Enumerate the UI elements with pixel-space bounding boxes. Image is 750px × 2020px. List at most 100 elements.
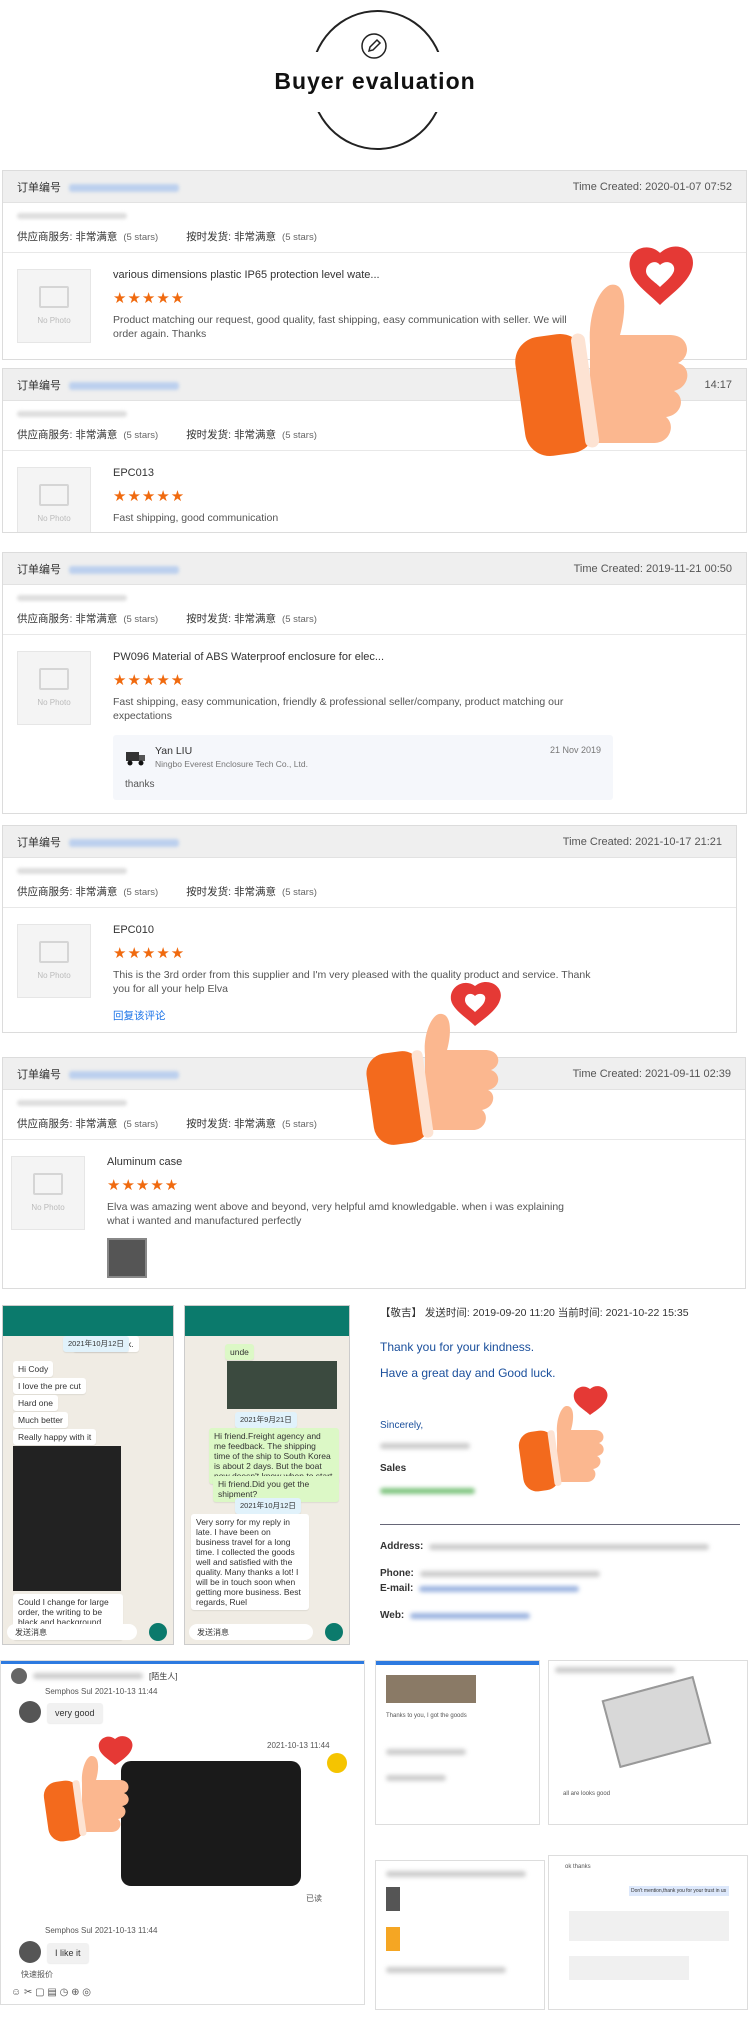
service-rating: 供应商服务: 非常满意 [17,613,118,625]
avatar [19,1941,41,1963]
product-name[interactable]: PW096 Material of ABS Waterproof enclosu… [113,651,732,663]
email-line: Have a great day and Good luck. [380,1366,556,1380]
thumbs-up-icon [43,1736,133,1842]
message-time: 2021-10-13 11:44 [94,1926,158,1935]
service-rating: 供应商服务: 非常满意 [17,429,118,441]
stars-count: (5 stars) [123,430,159,441]
email-email-label: E-mail: [380,1583,414,1594]
product-photo: No Photo [17,467,91,532]
stars-count: (5 stars) [123,232,159,243]
product-photo: No Photo [17,924,91,998]
product-photo [601,1675,712,1769]
chat-message: Hi Cody [13,1361,54,1377]
read-status: 已读 [306,1894,322,1903]
rating-stars: ★★★★★ [107,1177,180,1194]
stars-count: (5 stars) [282,887,317,898]
service-rating: 供应商服务: 非常满意 [17,1118,118,1130]
chat-message: I like it [47,1943,89,1963]
email-line: Thank you for your kindness. [380,1340,535,1354]
chat-photo[interactable] [13,1446,121,1591]
stars-count: (5 stars) [282,1119,317,1130]
shipping-rating: 按时发货: 非常满意 [186,429,277,441]
chat-message: all are looks good [563,1791,611,1797]
whatsapp-chat: your feedback. 2021年10月12日 Hi Cody I lov… [2,1305,174,1645]
order-time: Time Created: 2020-01-07 07:52 [572,180,732,193]
stars-count: (5 stars) [282,614,317,625]
chat-photo[interactable] [227,1361,337,1409]
mic-button[interactable] [325,1623,343,1641]
order-time: Time Created: 2019-11-21 00:50 [573,562,732,575]
chat-message: Really happy with it [13,1429,97,1445]
avatar [327,1753,347,1773]
shipping-rating: 按时发货: 非常满意 [186,1118,277,1130]
order-label: 订单编号 [17,836,61,849]
message-time: 2021-10-13 11:44 [267,1741,330,1750]
chat-date: 2021年10月12日 [63,1336,129,1352]
stars-count: (5 stars) [282,430,317,441]
chat-message: Very sorry for my reply in late. I have … [191,1514,309,1610]
avatar [11,1668,27,1684]
avatar [19,1701,41,1723]
chat-header [185,1306,349,1336]
chat-toolbar[interactable]: ☺ ✂ ▢ ▤ ◷ ⊕ ◎ [11,1987,91,1998]
page-title: Buyer evaluation [274,68,476,94]
product-name[interactable]: EPC010 [113,924,722,936]
stranger-tag: [陌生人] [149,1671,178,1681]
product-photo[interactable] [121,1761,301,1886]
whatsapp-chat: unde 2021年9月21日 Hi friend.Freight agency… [184,1305,350,1645]
order-label: 订单编号 [17,1068,61,1081]
stars-count: (5 stars) [123,1119,159,1130]
chat-message: very good [47,1703,103,1723]
chat-message: ok thanks [565,1864,591,1870]
service-rating: 供应商服务: 非常满意 [17,231,118,243]
chat-date: 2021年9月21日 [235,1412,297,1428]
mic-button[interactable] [149,1623,167,1641]
message-input[interactable]: 发送消息 [189,1624,313,1640]
stars-count: (5 stars) [282,232,317,243]
order-screenshot [375,1860,545,2010]
order-label: 订单编号 [17,379,61,392]
thumbs-up-icon [518,1386,608,1492]
reply-date: 21 Nov 2019 [549,745,601,755]
chat-message: Hard one [13,1395,58,1411]
reply-company: Ningbo Everest Enclosure Tech Co., Ltd. [155,759,308,769]
shipping-rating: 按时发货: 非常满意 [186,613,277,625]
rating-stars: ★★★★★ [113,672,186,689]
chat-screenshot: all are looks good [548,1660,748,1825]
order-card: 订单编号 Time Created: 2019-11-21 00:50 供应商服务… [2,552,747,814]
message-input[interactable]: 发送消息 [7,1624,137,1640]
chat-screenshot: ok thanks Don't mention,thank you for yo… [548,1855,748,2010]
review-text: Elva was amazing went above and beyond, … [107,1201,565,1227]
reply-author: Yan LIU [155,745,193,757]
seller-reply: Yan LIU Ningbo Everest Enclosure Tech Co.… [113,735,613,800]
email-header: 【敬吉】 发送时间: 2019-09-20 11:20 当前时间: 2021-1… [380,1307,689,1319]
product-photo: No Photo [17,651,91,725]
chat-header [3,1306,173,1336]
shipping-rating: 按时发货: 非常满意 [186,886,277,898]
pencil-icon [361,33,387,59]
message-time: 2021-10-13 11:44 [94,1687,158,1696]
service-rating: 供应商服务: 非常满意 [17,886,118,898]
rating-stars: ★★★★★ [113,945,186,962]
stars-count: (5 stars) [123,614,159,625]
email-phone-label: Phone: [380,1568,414,1579]
chat-message: Much better [13,1412,68,1428]
chat-screenshot: Thanks to you, I got the goods [375,1660,540,1825]
sender-name: Semphos Sul [45,1687,93,1696]
chat-message: Don't mention,thank you for your trust i… [629,1886,729,1896]
reply-text: thanks [125,779,155,790]
product-photo: No Photo [11,1156,85,1230]
chat-message: unde [225,1344,254,1360]
order-label: 订单编号 [17,181,61,194]
chat-message: Thanks to you, I got the goods [386,1713,467,1719]
order-label: 订单编号 [17,563,61,576]
page-header: Buyer evaluation [0,0,750,165]
chat-message: I love the pre cut [13,1378,86,1394]
quick-quote-link[interactable]: 快速报价 [21,1969,53,1980]
stars-count: (5 stars) [123,887,159,898]
order-time: Time Created: 2021-10-17 21:21 [562,835,722,848]
email-address-label: Address: [380,1541,424,1552]
review-text: Fast shipping, easy communication, frien… [113,696,564,722]
thumbs-up-icon [366,981,501,1145]
review-photo[interactable] [107,1238,147,1278]
